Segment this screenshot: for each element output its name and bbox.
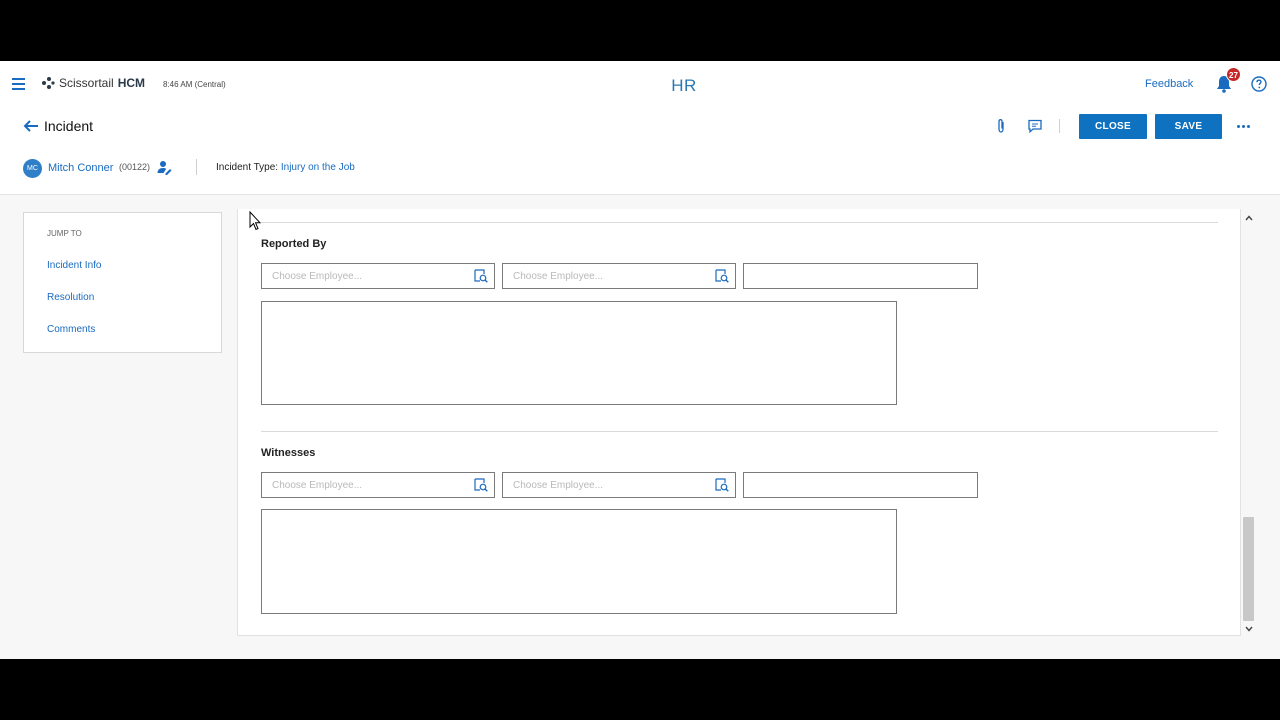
jump-link-resolution[interactable]: Resolution xyxy=(47,292,94,303)
mouse-cursor-icon xyxy=(249,211,261,231)
witness-text-input[interactable] xyxy=(744,473,977,497)
reported-by-employee-2-input[interactable] xyxy=(503,264,735,288)
reported-by-text-field[interactable] xyxy=(743,263,978,289)
incident-type: Incident Type: Injury on the Job xyxy=(216,162,355,173)
jump-to-panel: JUMP TO Incident Info Resolution Comment… xyxy=(23,212,222,353)
scrollbar[interactable] xyxy=(1242,211,1256,639)
form-panel: Reported By Witnesses xyxy=(237,209,1241,636)
reported-by-employee-1-input[interactable] xyxy=(262,264,494,288)
reported-by-notes-textarea[interactable] xyxy=(262,302,896,404)
reported-by-employee-1[interactable] xyxy=(261,263,495,289)
person-edit-icon[interactable] xyxy=(157,160,172,175)
page-header: Scissortail HCM 8:46 AM (Central) HR Fee… xyxy=(0,61,1280,195)
toolbar-divider xyxy=(1059,119,1060,133)
lookup-icon[interactable] xyxy=(715,478,729,492)
jump-link-comments[interactable]: Comments xyxy=(47,324,95,335)
witness-employee-2-input[interactable] xyxy=(503,473,735,497)
chevron-down-icon[interactable] xyxy=(1245,625,1253,633)
feedback-link[interactable]: Feedback xyxy=(1145,78,1193,90)
lookup-icon[interactable] xyxy=(715,269,729,283)
jump-link-incident-info[interactable]: Incident Info xyxy=(47,260,101,271)
employee-name-link[interactable]: Mitch Conner xyxy=(48,162,113,174)
scrollbar-thumb[interactable] xyxy=(1243,517,1254,621)
close-button[interactable]: CLOSE xyxy=(1079,114,1147,139)
page-title: Incident xyxy=(44,118,94,134)
witness-notes[interactable] xyxy=(261,509,897,614)
save-button[interactable]: SAVE xyxy=(1155,114,1222,139)
more-icon[interactable] xyxy=(1237,125,1250,128)
avatar: MC xyxy=(23,159,42,178)
witness-notes-textarea[interactable] xyxy=(262,510,896,613)
witness-employee-2[interactable] xyxy=(502,472,736,498)
attachment-icon[interactable] xyxy=(993,118,1009,134)
lookup-icon[interactable] xyxy=(474,478,488,492)
module-title: HR xyxy=(671,76,697,95)
comment-icon[interactable] xyxy=(1027,118,1043,134)
help-icon[interactable] xyxy=(1251,76,1267,92)
witness-employee-1-input[interactable] xyxy=(262,473,494,497)
incident-type-label: Incident Type: xyxy=(216,162,279,173)
reported-by-title: Reported By xyxy=(261,238,327,250)
notification-badge: 27 xyxy=(1226,67,1241,82)
employee-id: (00122) xyxy=(119,162,151,172)
lookup-icon[interactable] xyxy=(474,269,488,283)
witnesses-title: Witnesses xyxy=(261,447,316,459)
incident-type-value[interactable]: Injury on the Job xyxy=(281,162,355,173)
jump-to-label: JUMP TO xyxy=(47,229,82,238)
section-divider xyxy=(261,431,1218,432)
chevron-up-icon[interactable] xyxy=(1245,214,1253,222)
meta-divider xyxy=(196,159,197,175)
reported-by-notes[interactable] xyxy=(261,301,897,405)
reported-by-text-input[interactable] xyxy=(744,264,977,288)
witness-employee-1[interactable] xyxy=(261,472,495,498)
witness-text-field[interactable] xyxy=(743,472,978,498)
reported-by-employee-2[interactable] xyxy=(502,263,736,289)
back-arrow-icon[interactable] xyxy=(23,119,39,133)
app-window: Scissortail HCM 8:46 AM (Central) HR Fee… xyxy=(0,61,1280,659)
section-divider xyxy=(261,222,1218,223)
